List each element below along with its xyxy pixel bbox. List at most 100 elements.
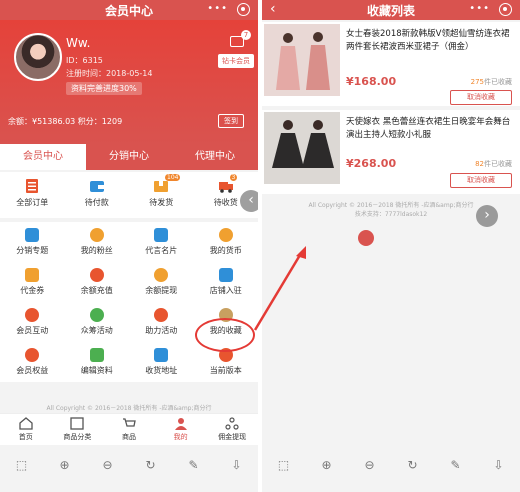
center-tabs: 会员中心 分销中心 代理中心 xyxy=(0,144,258,170)
cancel-favorite-button[interactable]: 取消收藏 xyxy=(450,90,512,105)
tabbar-commission[interactable]: 佣金提现 xyxy=(206,414,258,445)
edit-icon xyxy=(89,348,104,362)
profile-header: Ww. ID：6315 注册时间：2018-05-14 资料完善进度30% 7 … xyxy=(0,20,258,144)
withdraw-icon xyxy=(154,268,169,282)
rotate-icon[interactable]: ↻ xyxy=(143,457,159,473)
grid-label: 编辑资料 xyxy=(80,366,113,375)
favorite-suffix: 件已收藏 xyxy=(484,78,512,86)
grid-item-distribution-topic[interactable]: 分销专题 xyxy=(0,222,65,262)
grid-item-member-interaction[interactable]: 会员互动 xyxy=(0,302,65,342)
commission-icon xyxy=(225,417,239,430)
close-icon[interactable] xyxy=(499,3,512,16)
order-pending-payment[interactable]: 待付款 xyxy=(65,172,130,218)
product-price: ¥268.00 xyxy=(346,157,397,170)
grid-item-business-card[interactable]: 代言名片 xyxy=(129,222,194,262)
crowd-icon xyxy=(89,308,104,322)
product-image xyxy=(264,112,340,184)
favorite-item[interactable]: 女士春装2018新款韩版V领超仙雪纺连衣裙两件套长裙波西米亚裙子（佣金） ¥16… xyxy=(262,22,520,106)
favorite-number: 82 xyxy=(475,160,484,168)
product-name: 女士春装2018新款韩版V领超仙雪纺连衣裙两件套长裙波西米亚裙子（佣金） xyxy=(346,29,510,52)
download-icon[interactable]: ⇩ xyxy=(229,457,245,473)
user-icon xyxy=(174,418,187,430)
order-all[interactable]: 全部订单 xyxy=(0,172,65,218)
grid-item-recharge[interactable]: 余额充值 xyxy=(65,262,130,302)
tabbar-label: 商品 xyxy=(121,433,136,441)
topic-icon xyxy=(25,228,40,242)
close-icon[interactable] xyxy=(237,3,250,16)
grid-label: 余额充值 xyxy=(80,286,113,295)
grid-item-withdraw[interactable]: 余额提现 xyxy=(129,262,194,302)
next-arrow-icon[interactable]: › xyxy=(476,205,498,227)
member-center-screen: 会员中心 ••• Ww. ID：6315 注册时间：2018-05-14 资料完… xyxy=(0,0,258,492)
order-pending-shipment[interactable]: 104 待发货 xyxy=(129,172,194,218)
tabbar-goods[interactable]: 商品 xyxy=(103,414,155,445)
order-badge: 104 xyxy=(165,174,181,181)
fit-icon[interactable]: ⬚ xyxy=(276,457,292,473)
grid-label: 会员互动 xyxy=(16,326,49,335)
tab-member-center[interactable]: 会员中心 xyxy=(0,144,86,170)
cart-icon xyxy=(122,418,136,427)
zoom-out-icon[interactable]: ⊖ xyxy=(362,457,378,473)
zoom-in-icon[interactable]: ⊕ xyxy=(57,457,73,473)
tab-agent-center[interactable]: 代理中心 xyxy=(172,144,258,170)
vip-button[interactable]: 钻卡会员 xyxy=(218,54,254,68)
register-date: 注册时间：2018-05-14 xyxy=(66,69,153,78)
tabbar-mine[interactable]: 我的 xyxy=(155,414,207,445)
grid-item-shop-entry[interactable]: 店铺入驻 xyxy=(194,262,259,302)
boost-icon xyxy=(154,308,169,322)
tabbar-category[interactable]: 商品分类 xyxy=(52,414,104,445)
grid-item-crowdfunding[interactable]: 众筹活动 xyxy=(65,302,130,342)
coin-icon xyxy=(218,228,233,242)
card-icon xyxy=(154,228,169,242)
edit-pen-icon[interactable]: ✎ xyxy=(186,457,202,473)
avatar[interactable] xyxy=(14,33,62,81)
category-icon xyxy=(70,417,85,430)
rights-icon xyxy=(25,348,40,362)
tabbar-label: 首页 xyxy=(18,433,33,441)
grid-label: 助力活动 xyxy=(145,326,178,335)
tabbar-home[interactable]: 首页 xyxy=(0,414,52,445)
download-icon[interactable]: ⇩ xyxy=(491,457,507,473)
profile-progress[interactable]: 资料完善进度30% xyxy=(66,82,142,95)
order-label: 全部订单 xyxy=(16,198,49,207)
more-icon[interactable]: ••• xyxy=(469,3,490,14)
favorites-screen: ‹ 收藏列表 ••• 女士春装2018新款韩版V领超仙雪纺连衣裙两件套长裙波西米… xyxy=(262,0,520,492)
fit-icon[interactable]: ⬚ xyxy=(14,457,30,473)
tab-distribution-center[interactable]: 分销中心 xyxy=(86,144,172,170)
bottom-tabbar: 首页 商品分类 商品 我的 佣金提现 xyxy=(0,413,258,445)
copyright-text: All Copyright © 2016－2018 微托所有 -应酒&amp;商… xyxy=(46,405,212,412)
grid-item-my-fans[interactable]: 我的粉丝 xyxy=(65,222,130,262)
grid-label: 分销专题 xyxy=(16,246,49,255)
grid-label: 当前版本 xyxy=(209,366,242,375)
zoom-out-icon[interactable]: ⊖ xyxy=(100,457,116,473)
interact-icon xyxy=(25,308,40,322)
favorite-suffix: 件已收藏 xyxy=(484,160,512,168)
message-badge: 7 xyxy=(241,30,251,40)
order-label: 待付款 xyxy=(84,198,109,207)
cancel-favorite-button[interactable]: 取消收藏 xyxy=(450,173,512,188)
grid-label: 代言名片 xyxy=(145,246,178,255)
feature-grid: 分销专题 我的粉丝 代言名片 我的货币 代金券 余额充值 余额提现 店铺入驻 会… xyxy=(0,222,258,382)
grid-item-member-rights[interactable]: 会员权益 xyxy=(0,342,65,382)
rotate-icon[interactable]: ↻ xyxy=(405,457,421,473)
sign-in-button[interactable]: 签到 xyxy=(218,114,244,128)
grid-label: 众筹活动 xyxy=(80,326,113,335)
more-icon[interactable]: ••• xyxy=(207,3,228,14)
order-badge: 3 xyxy=(229,174,238,181)
prev-arrow-icon[interactable]: ‹ xyxy=(240,190,258,212)
user-id: ID：6315 xyxy=(66,56,103,65)
grid-item-coupon[interactable]: 代金券 xyxy=(0,262,65,302)
viewer-toolbar: ⬚ ⊕ ⊖ ↻ ✎ ⇩ xyxy=(0,450,258,480)
tabbar-label: 佣金提现 xyxy=(218,433,247,441)
grid-item-address[interactable]: 收货地址 xyxy=(129,342,194,382)
highlight-circle xyxy=(195,318,255,352)
grid-item-boost[interactable]: 助力活动 xyxy=(129,302,194,342)
favorite-item[interactable]: 天使嫁衣 黑色蕾丝连衣裙生日晚宴年会舞台演出主持人短款小礼服 ¥268.00 8… xyxy=(262,110,520,194)
edit-pen-icon[interactable]: ✎ xyxy=(448,457,464,473)
grid-label: 收货地址 xyxy=(145,366,178,375)
grid-item-edit-profile[interactable]: 编辑资料 xyxy=(65,342,130,382)
grid-item-my-currency[interactable]: 我的货币 xyxy=(194,222,259,262)
nav-bar: 会员中心 ••• xyxy=(0,0,258,20)
zoom-in-icon[interactable]: ⊕ xyxy=(319,457,335,473)
grid-label: 余额提现 xyxy=(145,286,178,295)
